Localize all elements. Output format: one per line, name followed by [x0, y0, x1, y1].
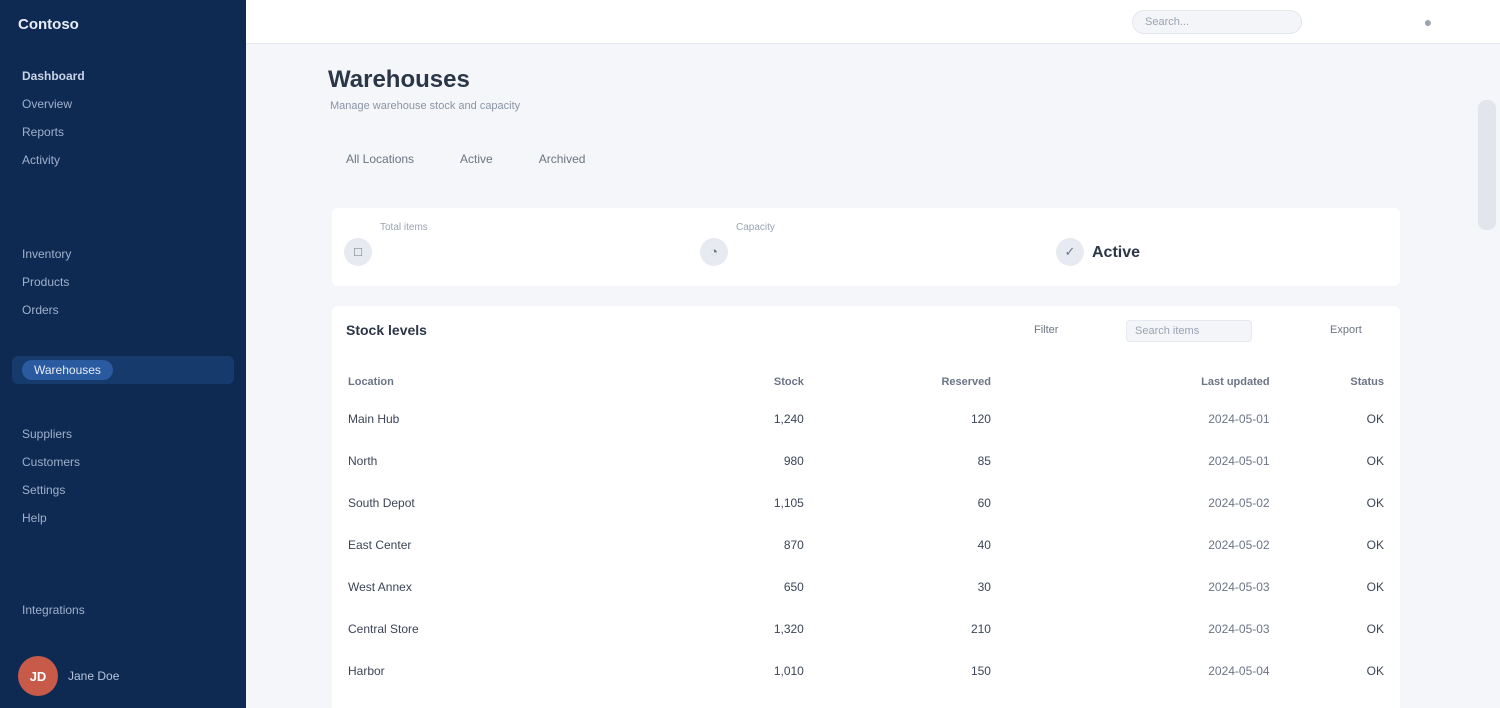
cell: OK	[1366, 538, 1384, 552]
cell: Central Store	[348, 622, 419, 636]
stats-panel: □ Total items ◔ Capacity ✓ Active	[332, 208, 1400, 286]
cell: North	[348, 454, 378, 468]
page-title: Warehouses	[328, 66, 470, 93]
box-icon: □	[344, 238, 372, 266]
table-row[interactable]: Central Store 1,320 210 2024-05-03 OK	[342, 608, 1390, 650]
cell: 40	[977, 538, 991, 552]
column-header[interactable]: Reserved	[810, 366, 997, 398]
cell: 60	[977, 496, 991, 510]
tab-active[interactable]: Active	[452, 148, 501, 170]
sidebar-item-label: Warehouses	[22, 360, 113, 380]
sidebar-item[interactable]: Reports	[12, 118, 234, 146]
cell: 980	[783, 454, 804, 468]
main-content: Warehouses Manage warehouse stock and ca…	[246, 44, 1500, 708]
sidebar-item[interactable]: Dashboard	[12, 62, 234, 90]
cell: 30	[977, 580, 991, 594]
cell: 1,240	[773, 412, 804, 426]
table-search-input[interactable]: Search items	[1126, 320, 1252, 342]
sidebar-item[interactable]: Settings	[12, 476, 234, 504]
bell-icon[interactable]: ●	[1418, 12, 1438, 32]
cell: 1,320	[773, 622, 804, 636]
cell: West Annex	[348, 580, 412, 594]
cell: 650	[783, 580, 804, 594]
cell: OK	[1366, 664, 1384, 678]
cell: 2024-05-03	[1208, 622, 1270, 636]
stat-label: Capacity	[736, 222, 775, 233]
cell: 1,010	[773, 664, 804, 678]
column-header[interactable]: Status	[1276, 366, 1390, 398]
user-name: Jane Doe	[68, 669, 120, 683]
cell: 150	[970, 664, 991, 678]
sidebar-item[interactable]: Activity	[12, 146, 234, 174]
sidebar-item[interactable]: Help	[12, 504, 234, 532]
stat-value: Active	[1092, 244, 1141, 261]
check-icon: ✓	[1056, 238, 1084, 266]
sidebar: Contoso Dashboard Overview Reports Activ…	[0, 0, 246, 708]
nav-group-1: Dashboard Overview Reports Activity	[12, 62, 234, 174]
cell: 870	[783, 538, 804, 552]
stat-capacity: ◔ Capacity	[688, 208, 1044, 286]
filter-button[interactable]: Filter	[1026, 320, 1066, 340]
page-subtitle: Manage warehouse stock and capacity	[330, 100, 521, 112]
sidebar-item-active[interactable]: Warehouses	[12, 356, 234, 384]
cell: 120	[970, 412, 991, 426]
scrollbar-thumb[interactable]	[1478, 100, 1496, 230]
topbar: Search... ●	[246, 0, 1500, 44]
gauge-icon: ◔	[700, 238, 728, 266]
column-header[interactable]: Stock	[716, 366, 810, 398]
sidebar-item[interactable]: Customers	[12, 448, 234, 476]
stock-table-card: Stock levels Filter Search items Export …	[332, 306, 1400, 708]
cell: 2024-05-02	[1208, 496, 1270, 510]
cell: 210	[970, 622, 991, 636]
table-row[interactable]: Harbor 1,010 150 2024-05-04 OK	[342, 650, 1390, 692]
nav-group-2: Inventory Products Orders	[12, 240, 234, 324]
stock-table: Location Stock Reserved Last updated Sta…	[342, 366, 1390, 692]
brand-logo[interactable]: Contoso	[18, 16, 79, 33]
column-header[interactable]: Last updated	[997, 366, 1276, 398]
table-header-row: Location Stock Reserved Last updated Sta…	[342, 366, 1390, 398]
avatar: JD	[18, 656, 58, 696]
cell: 2024-05-03	[1208, 580, 1270, 594]
cell: OK	[1366, 580, 1384, 594]
cell: 1,105	[773, 496, 804, 510]
cell: Harbor	[348, 664, 385, 678]
table-row[interactable]: South Depot 1,105 60 2024-05-02 OK	[342, 482, 1390, 524]
cell: OK	[1366, 412, 1384, 426]
export-button[interactable]: Export	[1322, 320, 1370, 340]
column-header[interactable]: Location	[342, 366, 716, 398]
sidebar-item[interactable]: Integrations	[12, 596, 234, 624]
cell: 2024-05-01	[1208, 412, 1270, 426]
table-title: Stock levels	[346, 322, 427, 338]
table-row[interactable]: Main Hub 1,240 120 2024-05-01 OK	[342, 398, 1390, 440]
nav-group-5: Integrations	[12, 596, 234, 624]
stat-total: □ Total items	[332, 208, 688, 286]
sidebar-item[interactable]: Orders	[12, 296, 234, 324]
cell: 2024-05-02	[1208, 538, 1270, 552]
cell: South Depot	[348, 496, 415, 510]
cell: OK	[1366, 622, 1384, 636]
cell: Main Hub	[348, 412, 400, 426]
stat-status: ✓ Active	[1044, 208, 1400, 286]
nav-group-4: Suppliers Customers Settings Help	[12, 420, 234, 532]
table-row[interactable]: North 980 85 2024-05-01 OK	[342, 440, 1390, 482]
cell: East Center	[348, 538, 412, 552]
tab-all[interactable]: All Locations	[338, 148, 422, 170]
cell: OK	[1366, 454, 1384, 468]
nav-group-3: Warehouses	[12, 356, 234, 384]
top-search-input[interactable]: Search...	[1132, 10, 1302, 34]
sidebar-item[interactable]: Suppliers	[12, 420, 234, 448]
table-row[interactable]: East Center 870 40 2024-05-02 OK	[342, 524, 1390, 566]
stat-label: Total items	[380, 222, 428, 233]
cell: 2024-05-01	[1208, 454, 1270, 468]
sidebar-item[interactable]: Inventory	[12, 240, 234, 268]
cell: 85	[977, 454, 991, 468]
table-row[interactable]: West Annex 650 30 2024-05-03 OK	[342, 566, 1390, 608]
user-profile[interactable]: JD Jane Doe	[18, 656, 119, 696]
sidebar-item[interactable]: Overview	[12, 90, 234, 118]
cell: OK	[1366, 496, 1384, 510]
tab-archived[interactable]: Archived	[531, 148, 594, 170]
cell: 2024-05-04	[1208, 664, 1270, 678]
tabs: All Locations Active Archived	[338, 148, 593, 170]
sidebar-item[interactable]: Products	[12, 268, 234, 296]
